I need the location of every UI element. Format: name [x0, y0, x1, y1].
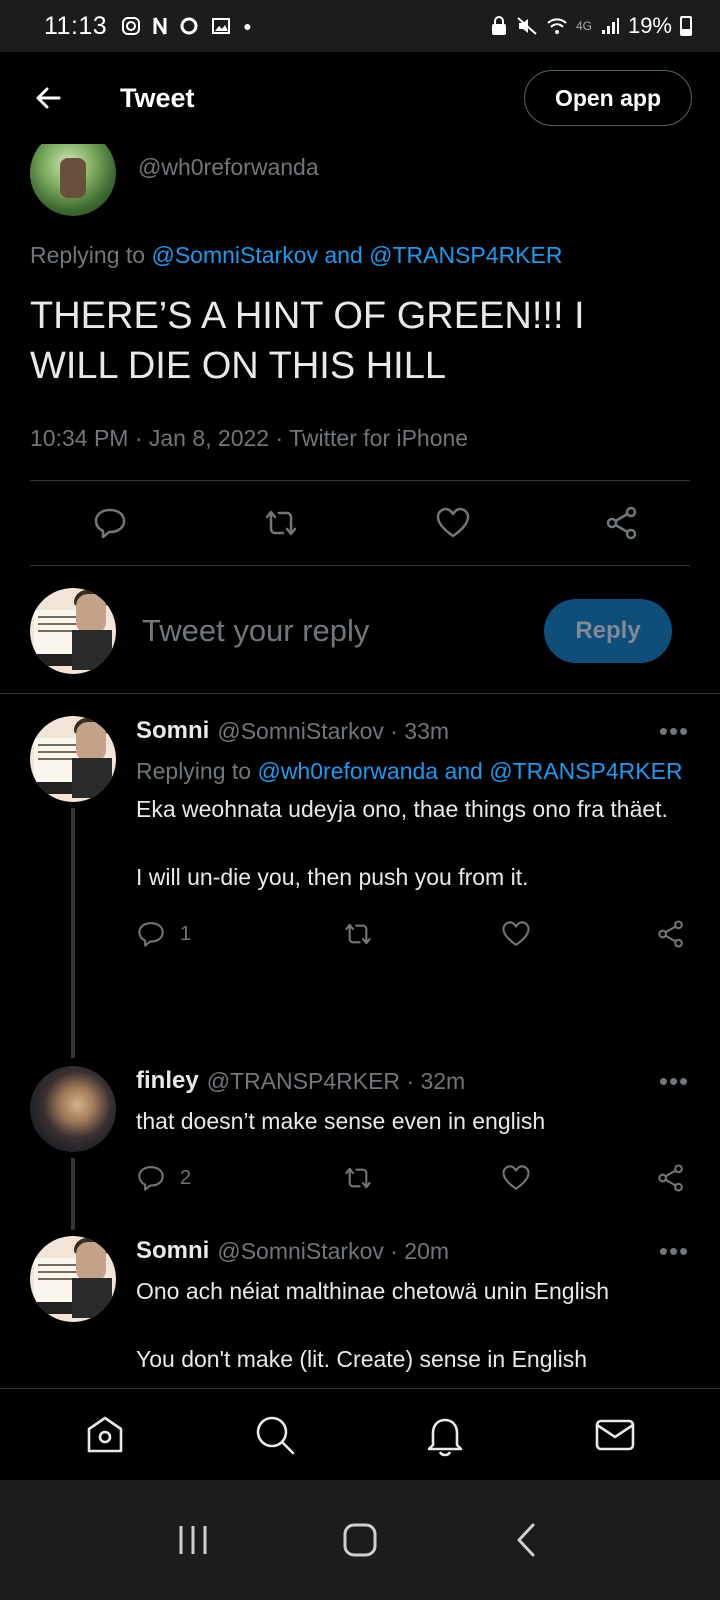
dot-icon: ● [243, 18, 252, 34]
reply-count: 2 [180, 1166, 192, 1189]
author-name[interactable]: Somni [136, 1237, 209, 1265]
more-options-icon[interactable]: ••• [658, 716, 690, 747]
tweet-text: that doesn’t make sense even in english [136, 1108, 546, 1134]
lock-icon [491, 16, 506, 35]
main-tweet: @wh0reforwanda Replying to @SomniStarkov… [0, 130, 720, 566]
thread-line [71, 808, 75, 1058]
avatar [30, 587, 116, 674]
replying-mentions[interactable]: @SomniStarkov and @TRANSP4RKER [151, 242, 562, 268]
reply-tweet[interactable]: Somni @SomniStarkov · 20m ••• Ono ach né… [0, 1236, 720, 1376]
reply-count: 1 [180, 922, 192, 945]
notification-icons: ● [121, 16, 252, 36]
replying-to: Replying to @SomniStarkov and @TRANSP4RK… [30, 242, 690, 269]
home-icon[interactable] [83, 1413, 127, 1457]
status-bar: 11:13 ● 4G 19% [0, 0, 720, 52]
arrow-left-icon [36, 87, 61, 109]
like-icon[interactable] [501, 919, 531, 949]
reply-icon[interactable] [92, 505, 128, 541]
reply-button[interactable]: Reply [544, 598, 672, 663]
replying-prefix: Replying to [30, 242, 146, 268]
share-icon[interactable] [656, 919, 686, 949]
like-icon[interactable] [435, 505, 471, 541]
wifi-icon [547, 18, 567, 34]
recent-apps-icon[interactable] [173, 1520, 213, 1560]
replying-to: Replying to @wh0reforwanda and @TRANSP4R… [136, 754, 690, 788]
retweet-icon[interactable] [261, 505, 301, 541]
reply-tweet[interactable]: finley @TRANSP4RKER · 32m ••• that doesn… [0, 1066, 720, 1230]
tweet-text: Eka weohnata udeyja ono, thae things ono… [136, 796, 668, 890]
tweet-actions [30, 481, 690, 565]
retweet-icon[interactable] [341, 1163, 375, 1193]
reply-input[interactable]: Tweet your reply [142, 613, 369, 649]
sync-icon [180, 17, 198, 35]
bottom-nav [0, 1388, 720, 1480]
tweet-meta: 10:34 PM · Jan 8, 2022 · Twitter for iPh… [30, 425, 469, 451]
mute-icon [517, 17, 537, 35]
divider [30, 565, 690, 566]
reply-action[interactable]: 1 [136, 919, 216, 949]
system-status: 4G 19% [490, 13, 692, 39]
avatar[interactable] [30, 1236, 116, 1322]
back-button[interactable] [28, 78, 68, 118]
messages-icon[interactable] [593, 1413, 637, 1457]
system-nav [0, 1480, 720, 1600]
battery-icon [680, 16, 692, 36]
notifications-icon[interactable] [423, 1413, 467, 1457]
reply-action[interactable]: 2 [136, 1163, 216, 1193]
reply-composer: Tweet your reply Reply [0, 568, 720, 694]
share-icon[interactable] [656, 1163, 686, 1193]
battery-percent: 19% [627, 13, 672, 38]
author-handle[interactable]: @SomniStarkov · 33m [217, 718, 449, 745]
tweet-actions: 2 [136, 1158, 690, 1198]
more-options-icon[interactable]: ••• [658, 1236, 690, 1267]
author-name[interactable]: Somni [136, 717, 209, 745]
author-handle[interactable]: @TRANSP4RKER · 32m [207, 1068, 466, 1095]
tweet-text: THERE’S A HINT OF GREEN!!! I WILL DIE ON… [30, 295, 585, 387]
author-handle[interactable]: @wh0reforwanda [138, 154, 319, 181]
network-type: 4G [575, 19, 592, 33]
avatar[interactable] [30, 716, 116, 802]
more-options-icon[interactable]: ••• [658, 1066, 690, 1097]
signal-icon [601, 18, 619, 34]
replying-prefix: Replying to [136, 758, 252, 784]
status-time: 11:13 [44, 11, 108, 40]
gallery-icon [212, 18, 231, 34]
avatar[interactable] [30, 1066, 116, 1152]
home-button-icon[interactable] [340, 1520, 380, 1560]
reply-icon [138, 1166, 164, 1191]
netflix-icon [153, 17, 167, 35]
author-name[interactable]: finley [136, 1067, 199, 1095]
tweet-actions: 1 [136, 914, 690, 954]
search-icon[interactable] [253, 1413, 297, 1457]
share-icon[interactable] [604, 505, 640, 541]
replying-mentions[interactable]: @wh0reforwanda and @TRANSP4RKER [257, 758, 682, 784]
author-handle[interactable]: @SomniStarkov · 20m [217, 1238, 449, 1265]
author-names: @wh0reforwanda [138, 154, 319, 181]
retweet-icon[interactable] [341, 919, 375, 949]
reply-icon [138, 922, 164, 947]
open-app-button[interactable]: Open app [523, 70, 692, 126]
app-header: Tweet Open app [0, 52, 720, 144]
reply-tweet[interactable]: Somni @SomniStarkov · 33m ••• Replying t… [0, 716, 720, 1058]
back-nav-icon[interactable] [507, 1520, 547, 1560]
tweet-text: Ono ach néiat malthinae chetowä unin Eng… [136, 1278, 610, 1372]
instagram-icon [122, 17, 141, 35]
like-icon[interactable] [501, 1163, 531, 1193]
page-title: Tweet [120, 82, 195, 113]
thread-line [71, 1158, 75, 1230]
